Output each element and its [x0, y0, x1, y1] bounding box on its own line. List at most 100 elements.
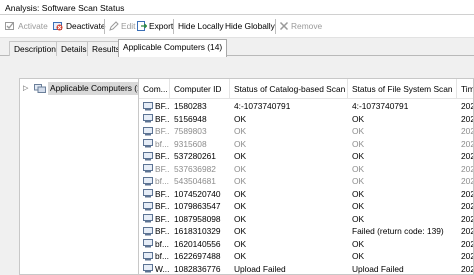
time-cell: 202 — [461, 201, 474, 211]
computer-icon — [143, 126, 153, 135]
tab-description[interactable]: Description — [9, 41, 61, 56]
computer-name-cell: BF... — [139, 163, 170, 176]
computer-id-cell: 1622697488 — [174, 251, 221, 261]
column-header-computer-id[interactable]: Computer ID — [170, 79, 230, 99]
column-header-time[interactable]: Tim — [457, 79, 473, 99]
table-row[interactable]: BF... 1618310329 OK Failed (return code: 13… — [139, 225, 474, 238]
computer-name-label: bf... — [155, 176, 169, 186]
computer-name-label: BF... — [155, 151, 170, 161]
file-system-scan-status-cell: OK — [352, 251, 365, 261]
computer-icon — [143, 201, 153, 210]
computer-name-cell: bf... — [139, 175, 170, 188]
table-row[interactable]: BF... 537280261 OK OK 202 — [139, 150, 474, 163]
computer-name-cell: bf... — [139, 138, 170, 151]
table-row[interactable]: BF... 1079863547 OK OK 202 — [139, 200, 474, 213]
results-grid: Com... Computer ID Status of Catalog-bas… — [138, 78, 474, 275]
table-row[interactable]: BF... 1087958098 OK OK 202 — [139, 213, 474, 226]
catalog-scan-status-cell: 4:-1073740791 — [234, 101, 291, 111]
computer-name-label: BF... — [155, 113, 170, 124]
column-header-catalog-scan[interactable]: Status of Catalog-based Scan — [230, 79, 348, 99]
table-row[interactable]: BF... 537636982 OK OK 202 — [139, 163, 473, 176]
hide-locally-button[interactable]: Hide Locally — [178, 20, 224, 33]
table-row[interactable]: bf... 9315608 OK OK 202 — [139, 138, 474, 151]
computer-icon — [143, 164, 153, 173]
catalog-scan-status-cell: OK — [234, 176, 247, 186]
time-cell: 202 — [461, 188, 474, 199]
computer-name-cell: BF... — [139, 225, 170, 238]
hide-globally-button[interactable]: Hide Globally — [225, 20, 275, 33]
computer-name-label: bf... — [155, 251, 169, 261]
export-label: Export — [149, 21, 174, 31]
file-system-scan-status-cell: OK — [352, 176, 365, 186]
window-title: Analysis: Software Scan Status — [0, 0, 474, 15]
computer-id-cell: 7589803 — [174, 126, 207, 136]
catalog-scan-status-cell: OK — [234, 188, 247, 199]
computer-name-cell: BF... — [139, 100, 170, 113]
computer-name-label: W... — [155, 263, 170, 274]
column-header-computer-name[interactable]: Com... — [139, 79, 170, 99]
computer-name-cell: BF... — [139, 150, 170, 163]
computer-name-cell: BF... — [139, 125, 170, 138]
tab-strip: Description Details Results Applicable C… — [0, 38, 474, 57]
time-cell: 202 — [461, 238, 474, 249]
tab-applicable-computers[interactable]: Applicable Computers (14) — [118, 39, 228, 57]
table-row[interactable]: BF... 7589803 OK OK 202 — [139, 125, 473, 138]
computer-id-cell: 1082836776 — [174, 263, 221, 274]
catalog-scan-status-cell: OK — [234, 163, 247, 174]
computer-icon — [143, 139, 153, 148]
hide-globally-label: Hide Globally — [225, 21, 275, 31]
remove-button[interactable]: Remove — [279, 20, 322, 33]
catalog-scan-status-cell: OK — [234, 113, 247, 124]
deactivate-button[interactable]: Deactivate — [53, 20, 106, 33]
file-system-scan-status-cell: OK — [352, 238, 365, 249]
computer-name-cell: BF... — [139, 188, 170, 201]
table-row[interactable]: BF... 1580283 4:-1073740791 4:-1073740791 20… — [139, 100, 474, 113]
computer-icon — [143, 189, 153, 198]
deactivate-label: Deactivate — [66, 21, 106, 31]
file-system-scan-status-cell: OK — [352, 151, 365, 161]
computer-id-cell: 1087958098 — [174, 213, 221, 224]
time-cell: 202 — [461, 101, 474, 111]
computer-id-cell: 1074520740 — [174, 188, 221, 199]
computer-icon — [143, 226, 153, 235]
computer-icon — [143, 251, 153, 260]
time-cell: 202 — [461, 138, 474, 149]
computer-icon — [143, 114, 153, 123]
time-cell: 202 — [461, 151, 474, 161]
table-row[interactable]: BF... 5156948 OK OK 202 — [139, 113, 473, 126]
time-cell: 202 — [461, 251, 474, 261]
catalog-scan-status-cell: OK — [234, 201, 247, 211]
pencil-icon — [109, 21, 119, 31]
computer-icon — [143, 151, 153, 160]
chevron-right-icon[interactable]: ▷ — [23, 82, 28, 95]
computer-id-cell: 5156948 — [174, 113, 207, 124]
hide-locally-label: Hide Locally — [178, 21, 224, 31]
file-system-scan-status-cell: OK — [352, 113, 365, 124]
column-header-file-system-scan[interactable]: Status of File System Scan — [348, 79, 457, 99]
edit-label: Edit — [121, 21, 136, 31]
table-row[interactable]: W... 1082836776 Upload Failed Upload Failed… — [139, 263, 474, 275]
export-button[interactable]: Export — [137, 20, 173, 33]
table-row[interactable]: BF... 1074520740 OK OK 202 — [139, 188, 474, 201]
file-system-scan-status-cell: Failed (return code: 139) — [352, 226, 444, 236]
table-row[interactable]: bf... 543504681 OK OK 202 — [139, 175, 473, 188]
computer-name-label: bf... — [155, 238, 169, 249]
file-system-scan-status-cell: OK — [352, 126, 365, 136]
file-system-scan-status-cell: OK — [352, 188, 365, 199]
time-cell: 202 — [461, 213, 474, 224]
table-row[interactable]: bf... 1620140556 OK OK 202 — [139, 238, 474, 251]
file-system-scan-status-cell: OK — [352, 163, 365, 174]
computer-name-label: BF... — [155, 101, 170, 111]
time-cell: 202 — [461, 263, 474, 274]
edit-button[interactable]: Edit — [109, 20, 135, 33]
activate-button[interactable]: Activate — [5, 20, 48, 33]
computer-name-label: BF... — [155, 163, 170, 174]
catalog-scan-status-cell: OK — [234, 251, 247, 261]
toolbar-divider — [104, 19, 105, 34]
computer-name-cell: BF... — [139, 200, 170, 213]
computer-icon — [143, 264, 153, 273]
catalog-scan-status-cell: OK — [234, 226, 247, 236]
table-row[interactable]: bf... 1622697488 OK OK 202 — [139, 250, 474, 263]
tree-node-label: Applicable Computers (14 — [48, 82, 149, 95]
time-cell: 202 — [461, 226, 474, 236]
